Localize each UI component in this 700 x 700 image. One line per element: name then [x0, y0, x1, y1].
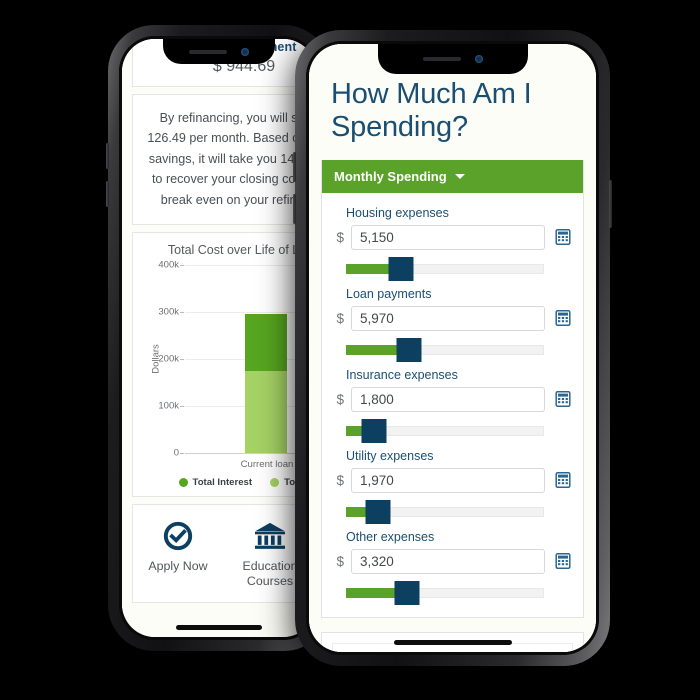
chart-y-tick-mark [180, 311, 184, 313]
chart-y-tick-label: 300k [158, 306, 179, 318]
amount-slider-2[interactable] [346, 418, 544, 443]
calculator-icon[interactable] [554, 472, 571, 489]
currency-symbol: $ [336, 391, 344, 407]
total-cost-chart-card: Total Cost over Life of Loan Dollars 0 10… [132, 231, 316, 497]
chart-title: Total Cost over Life of Loan [167, 242, 316, 257]
amount-slider-1[interactable] [346, 337, 544, 362]
calculator-icon[interactable] [554, 310, 571, 327]
currency-symbol: $ [336, 229, 344, 245]
monthly-spending-panel: Monthly Spending Housing expenses$ Loan … [321, 159, 584, 618]
field-row-0: $ [334, 224, 571, 250]
front-phone-home-indicator[interactable] [393, 640, 512, 645]
chart-y-tick-mark [180, 405, 184, 407]
amount-slider-0[interactable] [346, 256, 544, 281]
chart-y-tick-label: 200k [158, 353, 179, 365]
field-row-1: $ [334, 305, 571, 331]
chart-legend-dot [178, 477, 188, 487]
back-phone-notch [163, 39, 275, 64]
back-phone-page-content: Monthly Payment $ 944.69 By refinancing,… [122, 39, 316, 610]
speaker-grille-icon [189, 49, 227, 54]
quick-actions-card: Apply Now Education Courses [132, 503, 316, 603]
front-phone-device: How Much Am I Spending? Monthly Spending… [293, 30, 612, 666]
action-apply-now[interactable]: Apply Now [139, 519, 217, 590]
currency-symbol: $ [336, 310, 344, 326]
monthly-spending-fields: Housing expenses$ Loan payments$ Insuran… [322, 193, 583, 617]
monthly-spending-panel-header[interactable]: Monthly Spending [322, 159, 583, 193]
front-phone-screen: How Much Am I Spending? Monthly Spending… [309, 44, 596, 652]
field-label-2: Insurance expenses [346, 367, 458, 382]
back-phone-screen: Monthly Payment $ 944.69 By refinancing,… [122, 39, 316, 637]
front-volume-down-button[interactable] [293, 194, 296, 224]
chart-y-tick-label: 100k [158, 400, 179, 412]
slider-thumb[interactable] [365, 499, 391, 524]
chart-bar-segment [245, 313, 287, 371]
chart-bar-segment [245, 370, 287, 453]
chart-legend-label: Total Interest [192, 476, 253, 488]
front-phone-page-content: How Much Am I Spending? Monthly Spending… [309, 44, 596, 652]
slider-thumb[interactable] [394, 580, 420, 605]
amount-slider-3[interactable] [346, 499, 544, 524]
front-camera-icon [474, 55, 483, 63]
front-phone-inner-bezel: How Much Am I Spending? Monthly Spending… [306, 41, 599, 655]
chart-legend-item[interactable]: Total Interest [178, 476, 253, 488]
slider-thumb[interactable] [388, 256, 414, 281]
slider-thumb[interactable] [361, 418, 387, 443]
amount-input-3[interactable] [351, 467, 545, 493]
action-apply-now-label: Apply Now [148, 558, 208, 573]
refinance-summary-card: By refinancing, you will save $ 126.49 p… [132, 94, 316, 225]
back-phone-inner-bezel: Monthly Payment $ 944.69 By refinancing,… [119, 36, 319, 640]
front-volume-up-button[interactable] [293, 152, 296, 182]
chart-y-tick-mark [180, 452, 184, 454]
field-row-3: $ [334, 467, 571, 493]
chart-y-tick-label: 400k [158, 259, 179, 271]
field-label-3: Utility expenses [346, 448, 434, 463]
chart-bar [245, 313, 287, 453]
chart-y-tick-mark [180, 358, 184, 360]
chart-y-tick-mark [180, 264, 184, 266]
speaker-grille-icon [422, 57, 461, 61]
calculator-icon[interactable] [554, 391, 571, 408]
field-label-0: Housing expenses [346, 205, 449, 220]
monthly-spending-panel-header-label: Monthly Spending [334, 168, 447, 184]
front-phone-scroll-area[interactable]: How Much Am I Spending? Monthly Spending… [309, 44, 596, 652]
back-phone-scroll-area[interactable]: Monthly Payment $ 944.69 By refinancing,… [122, 39, 316, 637]
amount-input-2[interactable] [351, 386, 545, 412]
field-label-1: Loan payments [346, 286, 432, 301]
amount-input-1[interactable] [351, 305, 545, 331]
front-power-button[interactable] [609, 180, 612, 228]
calculator-icon[interactable] [554, 553, 571, 570]
screenshot-stage: Monthly Payment $ 944.69 By refinancing,… [0, 0, 700, 700]
front-phone-notch [377, 44, 528, 74]
field-label-4: Other expenses [346, 529, 435, 544]
amount-input-4[interactable] [351, 548, 545, 574]
chart-y-tick-label: 0 [173, 447, 179, 459]
field-row-4: $ [334, 548, 571, 574]
calculator-icon[interactable] [554, 229, 571, 246]
volume-up-button[interactable] [106, 143, 109, 169]
refinance-summary-text: By refinancing, you will save $ 126.49 p… [147, 111, 316, 207]
field-row-2: $ [334, 386, 571, 412]
amount-input-0[interactable] [351, 224, 545, 250]
back-phone-home-indicator[interactable] [176, 625, 262, 630]
slider-thumb[interactable] [396, 337, 422, 362]
chart-legend-dot [270, 477, 280, 487]
currency-symbol: $ [336, 472, 344, 488]
check-circle-icon [139, 519, 217, 553]
front-camera-icon [241, 47, 249, 56]
amount-slider-4[interactable] [346, 580, 544, 605]
volume-down-button[interactable] [106, 181, 109, 207]
currency-symbol: $ [336, 553, 344, 569]
chevron-down-icon [454, 173, 465, 179]
